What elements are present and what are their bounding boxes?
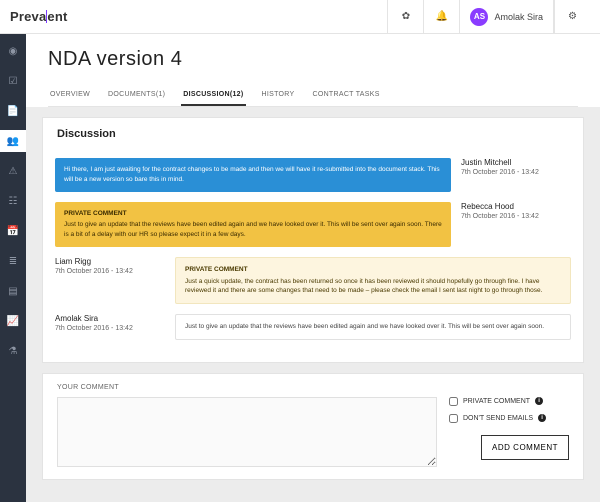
message-text: Just to give an update that the reviews … — [64, 220, 442, 240]
topbar: Prevaent ✿ 🔔 AS Amolak Sira ⚙ — [0, 0, 600, 34]
tab-contract-tasks[interactable]: CONTRACT TASKS — [310, 85, 381, 106]
brand-pre: Preva — [10, 9, 46, 24]
message-meta: Amolak Sira 7th October 2016 - 13:42 — [55, 314, 165, 332]
info-icon[interactable]: i — [535, 397, 543, 405]
tab-discussion-[interactable]: DISCUSSION(12) — [181, 85, 245, 106]
no-email-checkbox[interactable] — [449, 414, 458, 423]
message-author: Liam Rigg — [55, 257, 165, 266]
discussion-panel: Discussion Justin Mitchell 7th October 20… — [42, 117, 584, 363]
content-area: Discussion Justin Mitchell 7th October 20… — [26, 107, 600, 502]
page-title: NDA version 4 — [48, 48, 578, 71]
tab-overview[interactable]: OVERVIEW — [48, 85, 92, 106]
message-meta: Liam Rigg 7th October 2016 - 13:42 — [55, 257, 165, 275]
discussion-messages: Justin Mitchell 7th October 2016 - 13:42 H… — [43, 150, 583, 362]
sidebar-item-5[interactable]: ☷ — [0, 190, 26, 212]
message-text: Just to give an update that the reviews … — [185, 322, 561, 332]
tab-history[interactable]: HISTORY — [260, 85, 297, 106]
private-badge: PRIVATE COMMENT — [185, 265, 561, 275]
sidebar-item-1[interactable]: ☑ — [0, 70, 26, 92]
message-meta: Justin Mitchell 7th October 2016 - 13:42 — [461, 158, 571, 176]
message-bubble: Just to give an update that the reviews … — [175, 314, 571, 340]
private-comment-checkbox[interactable] — [449, 397, 458, 406]
user-menu[interactable]: AS Amolak Sira — [459, 0, 554, 34]
bell-icon[interactable]: 🔔 — [423, 0, 459, 34]
comment-label: YOUR COMMENT — [57, 384, 569, 391]
topbar-actions: ✿ 🔔 AS Amolak Sira ⚙ — [387, 0, 590, 34]
avatar: AS — [470, 8, 488, 26]
message-time: 7th October 2016 - 13:42 — [55, 268, 165, 275]
message-bubble: Hi there, I am just awaiting for the con… — [55, 158, 451, 192]
message-author: Amolak Sira — [55, 314, 165, 323]
discussion-message: Rebecca Hood 7th October 2016 - 13:42 PRIV… — [55, 202, 571, 247]
sidebar-item-6[interactable]: 📅 — [0, 220, 26, 242]
tabs: OVERVIEW DOCUMENTS(1) DISCUSSION(12) HISTOR… — [48, 85, 578, 107]
tab-documents-[interactable]: DOCUMENTS(1) — [106, 85, 167, 106]
message-bubble: PRIVATE COMMENTJust to give an update th… — [55, 202, 451, 247]
discussion-message: Justin Mitchell 7th October 2016 - 13:42 H… — [55, 158, 571, 192]
message-time: 7th October 2016 - 13:42 — [55, 325, 165, 332]
main: NDA version 4 OVERVIEW DOCUMENTS(1) DISCUS… — [26, 34, 600, 502]
comment-form: YOUR COMMENT PRIVATE COMMENT i DON'T SEN… — [42, 373, 584, 480]
sidebar-item-10[interactable]: ⚗ — [0, 340, 26, 362]
gear-icon[interactable]: ⚙ — [554, 0, 590, 34]
private-comment-label: PRIVATE COMMENT — [463, 398, 530, 405]
brand-post: ent — [47, 9, 67, 24]
no-email-option[interactable]: DON'T SEND EMAILS i — [449, 414, 569, 423]
add-comment-button[interactable]: ADD COMMENT — [481, 435, 569, 460]
sidebar-item-0[interactable]: ◉ — [0, 40, 26, 62]
sidebar-item-4[interactable]: ⚠ — [0, 160, 26, 182]
discussion-message: Amolak Sira 7th October 2016 - 13:42 Just … — [55, 314, 571, 340]
discussion-message: Liam Rigg 7th October 2016 - 13:42 PRIVATE… — [55, 257, 571, 304]
sidebar-item-7[interactable]: ≣ — [0, 250, 26, 272]
sidebar-item-2[interactable]: 📄 — [0, 100, 26, 122]
comment-textarea[interactable] — [57, 397, 437, 467]
info-icon[interactable]: i — [538, 414, 546, 422]
sidebar-item-9[interactable]: 📈 — [0, 310, 26, 332]
no-email-label: DON'T SEND EMAILS — [463, 415, 533, 422]
message-author: Rebecca Hood — [461, 202, 571, 211]
private-badge: PRIVATE COMMENT — [64, 209, 442, 219]
private-comment-option[interactable]: PRIVATE COMMENT i — [449, 397, 569, 406]
message-bubble: PRIVATE COMMENT Just a quick update, the … — [175, 257, 571, 304]
brand-logo: Prevaent — [10, 9, 387, 24]
sidebar: ◉ ☑ 📄 👥 ⚠ ☷ 📅 ≣ ▤ 📈 ⚗ — [0, 34, 26, 502]
settings-icon[interactable]: ✿ — [387, 0, 423, 34]
user-name: Amolak Sira — [494, 12, 543, 22]
discussion-heading: Discussion — [43, 118, 583, 150]
message-author: Justin Mitchell — [461, 158, 571, 167]
sidebar-item-3[interactable]: 👥 — [0, 130, 26, 152]
message-meta: Rebecca Hood 7th October 2016 - 13:42 — [461, 202, 571, 220]
message-text: Just a quick update, the contract has be… — [185, 277, 561, 297]
message-text: Hi there, I am just awaiting for the con… — [64, 165, 442, 185]
message-time: 7th October 2016 - 13:42 — [461, 169, 571, 176]
message-time: 7th October 2016 - 13:42 — [461, 213, 571, 220]
sidebar-item-8[interactable]: ▤ — [0, 280, 26, 302]
